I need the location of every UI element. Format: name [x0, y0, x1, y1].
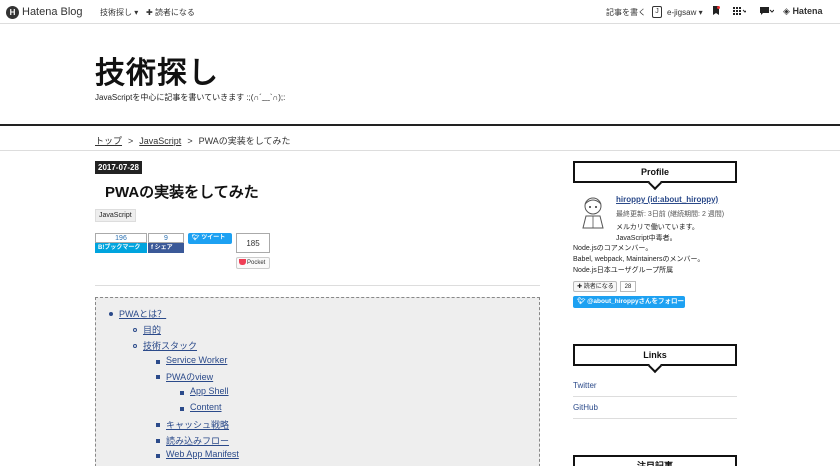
hatena-blog-logo[interactable]: H Hatena Blog: [6, 4, 83, 20]
breadcrumb-current: PWAの実装をしてみた: [198, 136, 291, 146]
links-divider: [573, 418, 737, 419]
follow-reader-label: 読者になる: [583, 284, 614, 290]
user-avatar-icon: J: [652, 6, 662, 18]
entry-title[interactable]: PWAの実装をしてみた: [105, 181, 259, 202]
write-article-link[interactable]: 記事を書く: [606, 7, 646, 18]
follow-link[interactable]: ✚ 読者になる: [146, 7, 195, 18]
hatena-eye-icon: ◈: [783, 6, 790, 16]
hatena-menu[interactable]: ◈ Hatena: [783, 6, 822, 17]
plus-icon: ✚: [146, 8, 153, 17]
hatena-bookmark-button[interactable]: 196 B!ブックマーク: [95, 233, 147, 253]
links-divider: [573, 396, 737, 397]
toc-item[interactable]: 技術スタック: [143, 339, 197, 352]
toc-bullet: [180, 391, 184, 395]
user-menu[interactable]: J e-jigsaw ▾: [652, 6, 703, 18]
toc-item[interactable]: Content: [190, 402, 222, 412]
follow-link-label: 読者になる: [154, 8, 195, 17]
blog-description: JavaScriptを中心に記事を書いていきます :;(∩´﹏`∩);:: [95, 93, 286, 102]
toc-bullet: [156, 360, 160, 364]
article-divider: [95, 285, 540, 286]
pocket-label: Pocket: [247, 260, 266, 266]
links-heading: Links: [573, 344, 737, 366]
twitter-bird-icon: 🐦︎: [192, 235, 200, 241]
global-header: H Hatena Blog 技術探し ▾ ✚ 読者になる 記事を書く J e-j…: [0, 0, 840, 24]
breadcrumb-separator: >: [187, 136, 193, 146]
message-icon[interactable]: [760, 7, 774, 16]
toc-item[interactable]: キャッシュ戦略: [166, 418, 229, 431]
pocket-icon: [239, 259, 246, 265]
toc-bullet: [109, 312, 113, 316]
breadcrumb: トップ > JavaScript > PWAの実装をしてみた: [95, 134, 290, 147]
toc-item[interactable]: 読み込みフロー: [166, 434, 229, 447]
toc-item[interactable]: PWAとは？: [119, 307, 166, 320]
twitter-follow-button[interactable]: 🐦︎ @about_hiroppyさんをフォロー: [573, 296, 685, 308]
hatena-bookmark-count[interactable]: 196: [95, 233, 147, 243]
toc-bullet: [180, 407, 184, 411]
profile-bio-line: Node.js日本ユーザグループ所属: [573, 267, 674, 274]
table-of-contents: PWAとは？ 目的 技術スタック Service Worker PWAのview…: [95, 297, 540, 466]
apps-grid-icon[interactable]: [733, 7, 746, 16]
twitter-follow-label: @about_hiroppyさんをフォロー: [587, 298, 685, 305]
facebook-share-button[interactable]: 9 f シェア: [148, 233, 184, 253]
logo-text: Hatena Blog: [22, 6, 83, 18]
toc-item[interactable]: Service Worker: [166, 355, 227, 365]
toc-bullet: [156, 375, 160, 379]
toc-bullet: [133, 328, 137, 332]
toc-item[interactable]: App Shell: [190, 386, 229, 396]
toc-item[interactable]: 目的: [143, 323, 161, 336]
toc-item[interactable]: Web App Manifest: [166, 449, 239, 459]
entry-date[interactable]: 2017-07-28: [95, 161, 142, 174]
hatena-label: Hatena: [792, 6, 823, 16]
breadcrumb-category[interactable]: JavaScript: [139, 136, 181, 146]
profile-bio-line: メルカリで働いています。: [616, 224, 699, 231]
link-github[interactable]: GitHub: [573, 403, 598, 412]
toc-bullet: [133, 344, 137, 348]
breadcrumb-separator: >: [128, 136, 134, 146]
toc-bullet: [156, 439, 160, 443]
entry-category[interactable]: JavaScript: [95, 209, 136, 222]
header-divider: [0, 124, 840, 126]
toc-bullet: [156, 454, 160, 458]
breadcrumb-top[interactable]: トップ: [95, 136, 122, 146]
profile-heading: Profile: [573, 161, 737, 183]
profile-avatar[interactable]: [580, 196, 606, 230]
blog-menu[interactable]: 技術探し ▾: [100, 7, 138, 18]
profile-name[interactable]: hiroppy (id:about_hiroppy): [616, 195, 718, 204]
facebook-share-count: 9: [148, 233, 184, 243]
profile-bio-line: Babel, webpack, Maintainersのメンバー。: [573, 256, 705, 263]
toc-item[interactable]: PWAのview: [166, 370, 213, 383]
blog-title[interactable]: 技術探し: [95, 48, 219, 92]
pocket-count: 185: [236, 233, 270, 253]
hatena-bookmark-label: B!ブックマーク: [95, 243, 147, 253]
pocket-button[interactable]: Pocket: [236, 257, 270, 269]
link-twitter[interactable]: Twitter: [573, 381, 597, 390]
profile-bio-line: JavaScript中毒者。: [616, 235, 677, 242]
toc-bullet: [156, 423, 160, 427]
hatena-logo-icon: H: [6, 5, 19, 19]
profile-bio-line: Node.jsのコアメンバー。: [573, 245, 653, 252]
follow-reader-button[interactable]: ✚ 読者になる: [573, 281, 617, 292]
profile-meta: 最終更新: 3日前 (継続期間: 2 週間): [616, 211, 725, 218]
twitter-bird-icon: 🐦︎: [577, 298, 586, 305]
tweet-label: ツイート: [201, 235, 226, 241]
follower-count: 28: [620, 281, 636, 292]
notification-icon[interactable]: [712, 6, 720, 17]
facebook-share-label: f シェア: [148, 243, 184, 253]
user-name: e-jigsaw ▾: [667, 7, 703, 17]
featured-heading: 注目記事: [573, 455, 737, 466]
tweet-button[interactable]: 🐦︎ ツイート: [188, 233, 232, 244]
plus-icon: ✚: [577, 284, 583, 290]
breadcrumb-divider: [0, 150, 840, 151]
